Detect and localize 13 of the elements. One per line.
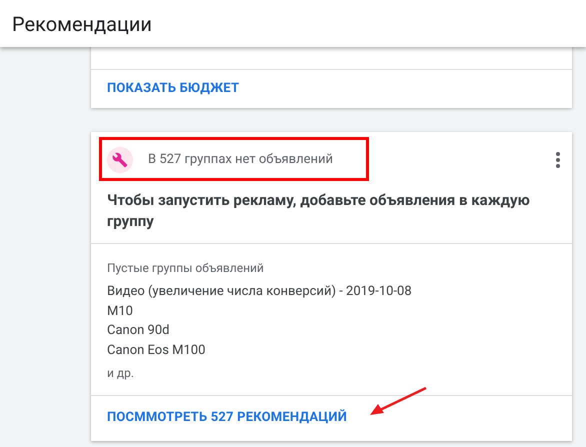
ad-group-name: Canon Eos M100 <box>107 342 206 360</box>
status-text: В 527 группах нет объявлений <box>148 151 334 170</box>
list-label: Пустые группы объявлений <box>107 260 265 277</box>
ad-group-name: M10 <box>107 302 134 320</box>
view-recommendations-link[interactable]: ПОСММОТРЕТЬ 527 РЕКОМЕНДАЦИЙ <box>107 408 347 428</box>
page-title: Рекомендации <box>12 10 152 38</box>
wrench-icon <box>107 147 133 173</box>
more-options-icon[interactable] <box>556 152 560 168</box>
card-title: Чтобы запустить рекламу, добавьте объявления в каждую группу <box>106 190 531 232</box>
ad-group-name: Canon 90d <box>107 322 170 340</box>
ad-group-name: Видео (увеличение числа конверсий) - 2019-10-08 <box>107 283 413 301</box>
show-budget-link[interactable]: ПОКАЗАТЬ БЮДЖЕТ <box>107 79 240 99</box>
more-text: и др. <box>107 365 136 382</box>
